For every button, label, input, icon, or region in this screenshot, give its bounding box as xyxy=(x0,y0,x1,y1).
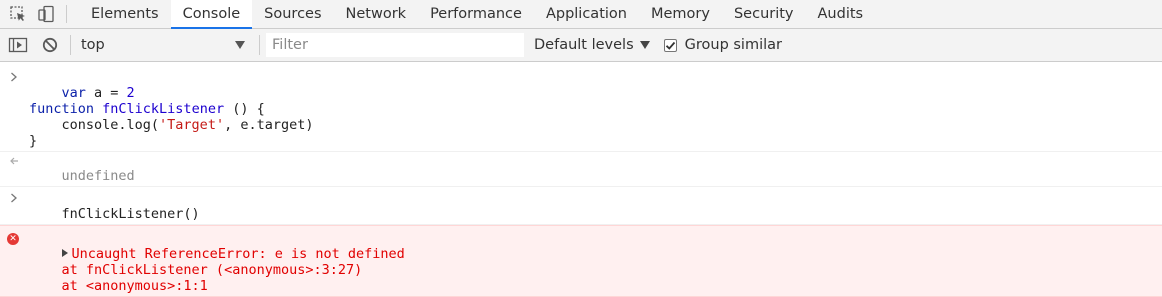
inspect-element-button[interactable] xyxy=(4,0,32,28)
dropdown-arrow-icon xyxy=(639,41,650,49)
code-text: () { xyxy=(224,101,265,117)
toolbar-divider xyxy=(259,35,260,55)
devtools-tabbar: Elements Console Sources Network Perform… xyxy=(0,0,1162,29)
result-value: undefined xyxy=(61,168,135,184)
console-input-message: var a = 2 function fnClickListener () { … xyxy=(0,63,1162,152)
result-arrow-icon xyxy=(8,154,20,168)
expand-triangle-icon[interactable] xyxy=(61,249,68,257)
show-sidebar-button[interactable] xyxy=(4,31,32,59)
context-selector[interactable]: top xyxy=(77,33,253,57)
code-text: , e.target) xyxy=(224,117,314,133)
device-icon xyxy=(38,5,54,23)
code-text: fnClickListener() xyxy=(61,206,200,222)
tab-sources[interactable]: Sources xyxy=(252,0,333,28)
toolbar-divider xyxy=(70,35,71,55)
console-input-message: fnClickListener() xyxy=(0,187,1162,225)
code-keyword: var xyxy=(61,85,86,101)
sidebar-toggle-icon xyxy=(8,37,28,53)
panel-tabs: Elements Console Sources Network Perform… xyxy=(79,0,876,29)
console-error-message[interactable]: ✕ Uncaught ReferenceError: e is not defi… xyxy=(0,225,1162,297)
console-result-message: undefined xyxy=(0,152,1162,187)
console-messages[interactable]: var a = 2 function fnClickListener () { … xyxy=(0,63,1162,297)
log-levels-label: Default levels xyxy=(534,37,634,53)
tab-security[interactable]: Security xyxy=(722,0,806,28)
tab-console[interactable]: Console xyxy=(170,0,253,29)
code-function-name: fnClickListener xyxy=(94,101,225,117)
tab-performance[interactable]: Performance xyxy=(418,0,534,28)
group-similar-label: Group similar xyxy=(684,37,782,53)
input-prompt-icon xyxy=(8,191,20,205)
tab-audits[interactable]: Audits xyxy=(806,0,876,28)
code-keyword: function xyxy=(29,101,95,117)
console-toolbar: top Default levels Group similar xyxy=(0,29,1162,62)
error-message: Uncaught ReferenceError: e is not define… xyxy=(71,246,405,262)
filter-input[interactable] xyxy=(266,33,524,57)
group-similar-checkbox[interactable] xyxy=(663,38,677,52)
tab-network[interactable]: Network xyxy=(334,0,419,28)
code-text: console.log( xyxy=(29,117,160,133)
input-prompt-icon xyxy=(8,70,20,84)
inspect-cursor-icon xyxy=(10,6,25,21)
log-levels-dropdown[interactable]: Default levels xyxy=(534,37,650,53)
clear-console-button[interactable] xyxy=(36,31,64,59)
dropdown-arrow-icon xyxy=(235,41,245,49)
toolbar-divider xyxy=(66,5,67,23)
group-similar-toggle[interactable]: Group similar xyxy=(663,37,782,53)
clear-console-icon xyxy=(42,37,58,53)
tab-application[interactable]: Application xyxy=(534,0,639,28)
context-value: top xyxy=(81,37,105,53)
code-text: a = xyxy=(85,85,127,101)
device-toolbar-button[interactable] xyxy=(32,0,60,28)
stack-frame[interactable]: at <anonymous>:1:1 xyxy=(29,278,208,294)
code-number: 2 xyxy=(126,85,135,101)
error-icon: ✕ xyxy=(7,232,19,246)
tab-memory[interactable]: Memory xyxy=(639,0,722,28)
stack-frame[interactable]: at fnClickListener (<anonymous>:3:27) xyxy=(29,262,363,278)
code-string: 'Target' xyxy=(159,117,225,133)
tab-elements[interactable]: Elements xyxy=(79,0,171,28)
checkmark-icon xyxy=(665,41,675,50)
code-text: } xyxy=(29,133,38,149)
